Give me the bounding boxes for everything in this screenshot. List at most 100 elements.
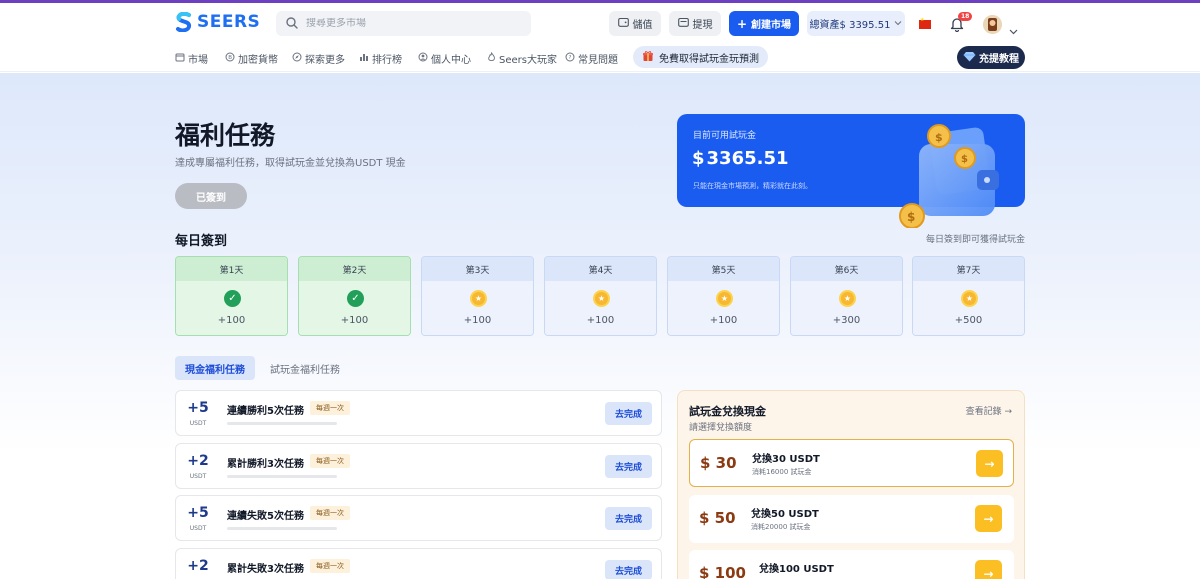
day-reward: +100 [709, 315, 738, 326]
daily-checkin-title: 每日簽到 [175, 234, 228, 249]
nav-item-crypto[interactable]: B 加密貨幣 [225, 51, 278, 66]
avatar[interactable] [983, 15, 1002, 34]
star-coin-icon: ★ [839, 290, 856, 307]
tutorial-button[interactable]: 充提教程 [957, 46, 1025, 69]
promo-label: 免費取得試玩金玩預測 [659, 53, 759, 65]
task-row: +5 USDT 連續勝利5次任務 每週一次 去完成 [175, 390, 662, 436]
exchange-price: $ 50 [699, 509, 736, 527]
nav-item-market[interactable]: 市場 [175, 51, 208, 66]
arrow-right-icon[interactable]: → [976, 450, 1003, 477]
day-card[interactable]: 第1天 ✓ +100 [175, 256, 288, 336]
daily-checkin-hint: 每日簽到即可獲得試玩金 [925, 235, 1025, 245]
day-label: 第4天 [545, 257, 656, 281]
tab-trial-tasks[interactable]: 試玩金福利任務 [264, 356, 346, 380]
day-label: 第6天 [791, 257, 902, 281]
day-card[interactable]: 第7天 ★ +500 [912, 256, 1025, 336]
nav-item-profile[interactable]: 個人中心 [418, 51, 471, 66]
arrow-right-icon[interactable]: → [975, 505, 1002, 532]
task-complete-button[interactable]: 去完成 [605, 402, 652, 425]
balance-amount: $ 3365.51 [692, 148, 789, 169]
gift-icon [642, 50, 654, 65]
nav-item-label: 加密貨幣 [238, 55, 278, 66]
task-frequency-tag: 每週一次 [310, 559, 350, 573]
task-progress-bar [227, 527, 337, 530]
exchange-cost: 消耗20000 試玩金 [751, 523, 811, 531]
view-records-link[interactable]: 查看記錄 → [966, 404, 1012, 417]
withdraw-button[interactable]: 提現 [669, 11, 721, 36]
task-name: 連續失敗5次任務 [227, 511, 304, 522]
nav-item-label: Seers大玩家 [499, 55, 557, 66]
nav-item-big-player[interactable]: Seers大玩家 [487, 51, 557, 66]
deposit-label: 儲值 [632, 20, 653, 31]
exchange-option[interactable]: $ 30 兌換30 USDT 消耗16000 試玩金 → [689, 439, 1014, 487]
nav-item-label: 個人中心 [431, 55, 471, 66]
balance-card: 目前可用試玩金 $ 3365.51 只能在現金市場預測，精彩就在此刻。 $ $ … [677, 114, 1025, 229]
task-frequency-tag: 每週一次 [310, 401, 350, 415]
task-complete-button[interactable]: 去完成 [605, 560, 652, 579]
nav-item-explore[interactable]: 探索更多 [292, 51, 345, 66]
task-unit: USDT [189, 473, 207, 480]
task-complete-button[interactable]: 去完成 [605, 455, 652, 478]
day-label: 第2天 [299, 257, 410, 281]
day-reward: +300 [832, 315, 861, 326]
diamond-icon [963, 51, 976, 65]
task-progress-bar [227, 475, 337, 478]
flag-cn-icon[interactable] [919, 17, 931, 29]
day-card[interactable]: 第5天 ★ +100 [667, 256, 780, 336]
seers-logo-icon [175, 11, 193, 33]
logo[interactable]: SEERS [175, 11, 260, 33]
search-icon [286, 14, 298, 33]
exchange-title: 試玩金兌換現金 [689, 405, 766, 418]
star-coin-icon: ★ [470, 290, 487, 307]
day-card[interactable]: 第2天 ✓ +100 [298, 256, 411, 336]
compass-icon [292, 52, 302, 65]
wallet-icon [617, 17, 629, 30]
question-icon: ? [565, 52, 575, 65]
balance-label: 目前可用試玩金 [693, 131, 757, 141]
day-reward: +100 [463, 315, 492, 326]
day-reward: +500 [954, 315, 983, 326]
day-card[interactable]: 第6天 ★ +300 [790, 256, 903, 336]
nav-item-label: 探索更多 [305, 55, 345, 66]
task-amount: +5 [187, 400, 209, 416]
star-coin-icon: ★ [593, 290, 610, 307]
main-nav: 市場 B 加密貨幣 探索更多 排行榜 個人中心 Seers大玩家 ? 常見問題 … [0, 43, 1200, 72]
exchange-option[interactable]: $ 100 兌換100 USDT → [689, 550, 1014, 579]
day-card[interactable]: 第3天 ★ +100 [421, 256, 534, 336]
total-assets-label: 總資產$ 3395.51 [809, 20, 891, 31]
chevron-down-icon[interactable] [1009, 20, 1018, 39]
market-icon [175, 52, 185, 65]
task-frequency-tag: 每週一次 [310, 506, 350, 520]
promo-button[interactable]: 免費取得試玩金玩預測 [633, 46, 768, 68]
search-box[interactable] [276, 11, 531, 36]
task-complete-button[interactable]: 去完成 [605, 507, 652, 530]
exchange-panel: 試玩金兌換現金 請選擇兌換額度 查看記錄 → $ 30 兌換30 USDT 消耗… [677, 390, 1025, 579]
nav-item-leaderboard[interactable]: 排行榜 [359, 51, 402, 66]
page-subtitle: 達成專屬福利任務，取得試玩金並兌換為USDT 現金 [175, 158, 406, 169]
task-name: 累計勝利3次任務 [227, 459, 304, 470]
wallet-coins-illustration: $ $ $ [897, 120, 1007, 229]
nav-item-faq[interactable]: ? 常見問題 [565, 51, 618, 66]
exchange-price: $ 30 [700, 454, 737, 472]
day-reward: +100 [586, 315, 615, 326]
day-card[interactable]: 第4天 ★ +100 [544, 256, 657, 336]
search-input[interactable] [306, 18, 516, 29]
day-reward: +100 [340, 315, 369, 326]
nav-item-label: 市場 [188, 55, 208, 66]
exchange-option[interactable]: $ 50 兌換50 USDT 消耗20000 試玩金 → [689, 495, 1014, 543]
task-unit: USDT [189, 525, 207, 532]
balance-note: 只能在現金市場預測，精彩就在此刻。 [693, 182, 812, 190]
user-icon [418, 52, 428, 65]
total-assets-dropdown[interactable]: 總資產$ 3395.51 [807, 11, 905, 36]
create-market-button[interactable]: + 創建市場 [729, 11, 799, 36]
exchange-name: 兌換30 USDT [752, 454, 820, 465]
signed-in-button[interactable]: 已簽到 [175, 183, 247, 209]
task-frequency-tag: 每週一次 [310, 454, 350, 468]
arrow-right-icon[interactable]: → [975, 560, 1002, 579]
task-amount: +2 [187, 453, 209, 469]
chevron-down-icon [894, 18, 902, 29]
task-row: +2 USDT 累計勝利3次任務 每週一次 去完成 [175, 443, 662, 489]
deposit-button[interactable]: 儲值 [609, 11, 661, 36]
tab-cash-tasks[interactable]: 現金福利任務 [175, 356, 255, 380]
check-icon: ✓ [347, 290, 364, 307]
